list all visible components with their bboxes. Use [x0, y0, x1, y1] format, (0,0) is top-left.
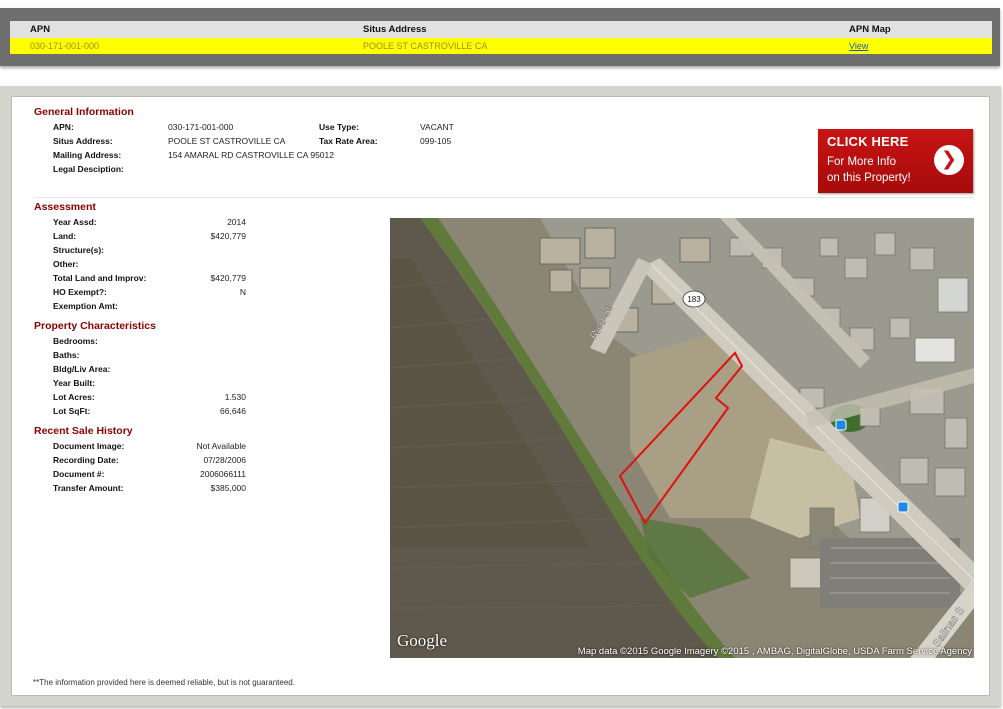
- assessment-label: Year Assd:: [53, 217, 97, 227]
- use-type-label: Use Type:: [319, 122, 359, 132]
- section-divider: [34, 197, 974, 198]
- sale-value: Not Available: [196, 441, 246, 451]
- characteristics-label: Baths:: [53, 350, 80, 360]
- apn-value: 030-171-001-000: [168, 122, 234, 132]
- click-here-line1: For More Info: [827, 156, 897, 168]
- characteristics-label: Bldg/Liv Area:: [53, 364, 111, 374]
- characteristics-value: 1.530: [224, 392, 246, 402]
- mailing-address-value: 154 AMARAL RD CASTROVILLE CA 95012: [168, 150, 334, 160]
- assessment-label: Total Land and Improv:: [53, 273, 147, 283]
- header-apn: APN: [10, 21, 343, 38]
- assessment-title: Assessment: [34, 201, 96, 213]
- results-header-row: APN Situs Address APN Map: [10, 21, 992, 38]
- header-situs-address: Situs Address: [343, 21, 829, 38]
- property-characteristics-title: Property Characteristics: [34, 320, 156, 332]
- chevron-right-icon: ❯: [934, 145, 964, 175]
- google-logo: Google: [397, 631, 448, 650]
- recent-sale-history-title: Recent Sale History: [34, 425, 133, 437]
- assessment-label: HO Exempt?:: [53, 287, 107, 297]
- results-table: APN Situs Address APN Map 030-171-001-00…: [10, 21, 992, 54]
- characteristics-value: 66,646: [220, 406, 246, 416]
- use-type-value: VACANT: [420, 122, 454, 132]
- assessment-value: 2014: [227, 217, 246, 227]
- assessment-label: Land:: [53, 231, 77, 241]
- click-here-heading: CLICK HERE: [827, 134, 909, 149]
- assessment-label: Exemption Amt:: [53, 301, 118, 311]
- view-map-link[interactable]: View: [849, 41, 868, 51]
- sale-label: Document #:: [53, 469, 105, 479]
- sale-value: 07/28/2006: [203, 455, 246, 465]
- map-attribution[interactable]: Map data ©2015 Google Imagery ©2015 , AM…: [578, 646, 972, 657]
- assessment-value: $420,779: [210, 231, 246, 241]
- situs-address-value: POOLE ST CASTROVILLE CA: [168, 136, 286, 146]
- sale-label: Document Image:: [53, 441, 125, 451]
- characteristics-label: Lot SqFt:: [53, 406, 91, 416]
- legal-description-label: Legal Desciption:: [53, 164, 124, 174]
- tax-rate-area-value: 099-105: [420, 136, 452, 146]
- results-row[interactable]: 030-171-001-000 POOLE ST CASTROVILLE CA …: [10, 38, 992, 54]
- tax-rate-area-label: Tax Rate Area:: [319, 136, 378, 146]
- route-183-shield: 183: [682, 290, 706, 308]
- apn-label: APN:: [53, 122, 74, 132]
- sale-label: Recording Date:: [53, 455, 119, 465]
- property-detail-frame: General Information APN: 030-171-001-000…: [0, 86, 1001, 706]
- aerial-imagery: 183 Rico St Salinas S: [390, 218, 974, 658]
- assessment-label: Structure(s):: [53, 245, 105, 255]
- click-here-line2: on this Property!: [827, 172, 911, 184]
- sale-value: 2006066111: [199, 469, 246, 479]
- bus-stop-icon: [835, 419, 847, 431]
- sale-label: Transfer Amount:: [53, 483, 124, 493]
- sale-value: $385,000: [210, 483, 246, 493]
- characteristics-label: Year Built:: [53, 378, 96, 388]
- result-situs-address: POOLE ST CASTROVILLE CA: [343, 38, 829, 54]
- result-map-cell: View: [829, 38, 992, 54]
- characteristics-label: Lot Acres:: [53, 392, 95, 402]
- header-apn-map: APN Map: [829, 21, 992, 38]
- assessment-value: $420,779: [210, 273, 246, 283]
- property-detail-panel: General Information APN: 030-171-001-000…: [11, 96, 990, 696]
- bus-stop-icon: [897, 501, 909, 513]
- situs-address-label: Situs Address:: [53, 136, 113, 146]
- aerial-map[interactable]: 183 Rico St Salinas S Google Map data ©2…: [390, 218, 974, 658]
- general-information-title: General Information: [34, 106, 134, 118]
- results-panel: APN Situs Address APN Map 030-171-001-00…: [0, 8, 1000, 66]
- mailing-address-label: Mailing Address:: [53, 150, 122, 160]
- click-here-banner[interactable]: CLICK HERE For More Info on this Propert…: [818, 129, 973, 193]
- assessment-value: N: [239, 287, 246, 297]
- result-apn: 030-171-001-000: [10, 38, 343, 54]
- assessment-label: Other:: [53, 259, 79, 269]
- disclaimer-text: **The information provided here is deeme…: [33, 678, 295, 687]
- characteristics-label: Bedrooms:: [53, 336, 98, 346]
- svg-text:183: 183: [687, 295, 701, 304]
